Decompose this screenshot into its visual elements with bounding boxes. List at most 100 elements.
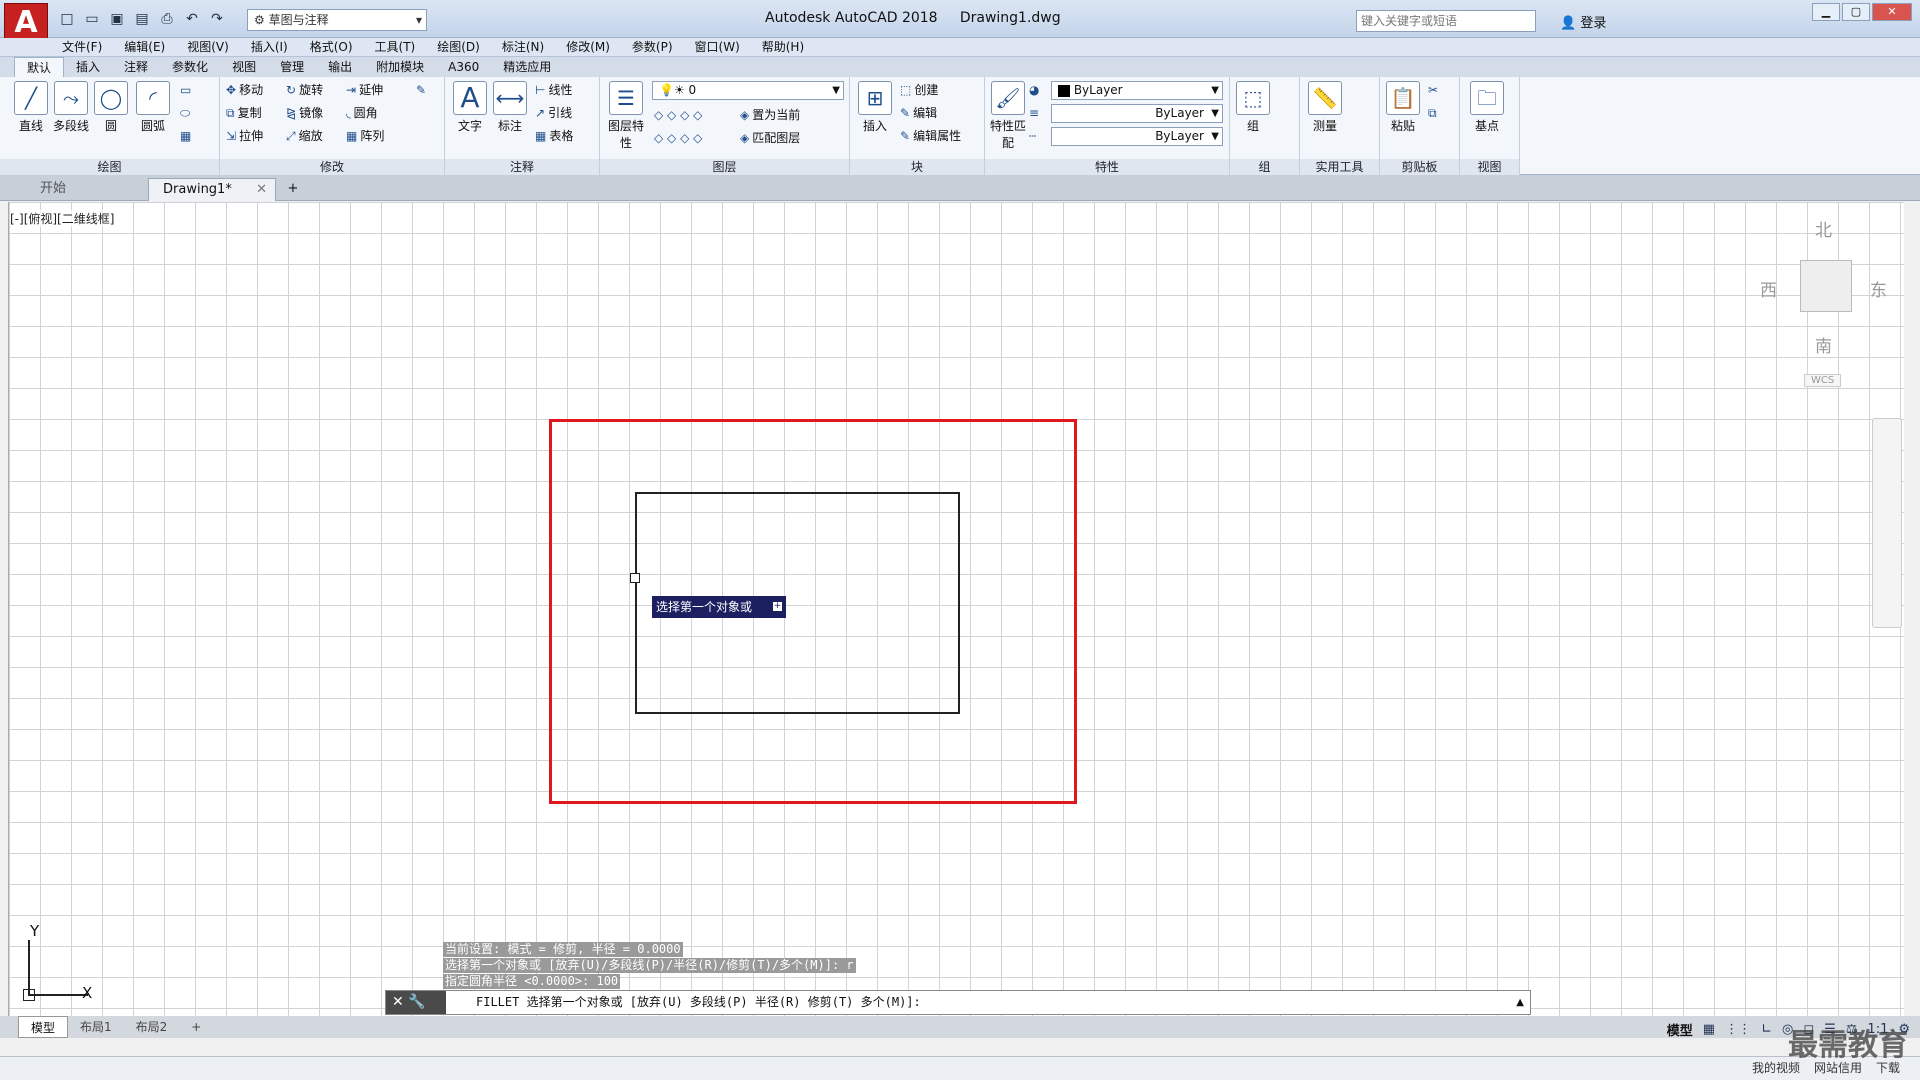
color-dropdown[interactable]: ByLayer ▼ [1051, 81, 1223, 100]
match-layer-button[interactable]: ◈ 匹配图层 [740, 127, 800, 149]
group-button[interactable]: ⬚ 组 [1234, 81, 1272, 134]
tab-start[interactable]: 开始 [26, 178, 146, 201]
table-button[interactable]: ▦ 表格 [535, 125, 573, 147]
tab-layout2[interactable]: 布局2 [124, 1016, 180, 1038]
panel-title-utilities[interactable]: 实用工具 [1300, 159, 1379, 175]
chevron-up-icon[interactable]: ▲ [1516, 991, 1524, 1014]
edit-attr-button[interactable]: ✎ 编辑属性 [900, 125, 961, 147]
viewcube-south[interactable]: 南 [1815, 332, 1832, 357]
menu-format[interactable]: 格式(O) [310, 38, 353, 56]
menu-insert[interactable]: 插入(I) [251, 38, 288, 56]
base-view-button[interactable]: 🗀 基点 [1468, 81, 1506, 134]
tab-manage[interactable]: 管理 [268, 57, 316, 77]
workspace-selector[interactable]: ⚙ 草图与注释 ▾ [247, 9, 427, 31]
search-input[interactable]: 键入关键字或短语 [1356, 10, 1536, 32]
mirror-button[interactable]: ⧎ 镜像 [286, 102, 323, 124]
panel-title-clipboard[interactable]: 剪贴板 [1380, 159, 1459, 175]
fillet-button[interactable]: ◟ 圆角 [346, 102, 378, 124]
rectangle-icon[interactable]: ▭ [180, 79, 194, 101]
layer-dropdown[interactable]: 💡☀ 0 ▼ [652, 81, 844, 100]
set-current-button[interactable]: ◈ 置为当前 [740, 104, 800, 126]
panel-title-annotation[interactable]: 注释 [445, 159, 599, 175]
rotate-button[interactable]: ↻ 旋转 [286, 79, 323, 101]
tab-insert[interactable]: 插入 [64, 57, 112, 77]
tab-model[interactable]: 模型 [18, 1016, 69, 1038]
close-icon[interactable]: ✕ [1872, 3, 1912, 21]
stretch-button[interactable]: ⇲ 拉伸 [226, 125, 263, 147]
layer-properties-button[interactable]: ☰ 图层特性 [604, 81, 648, 151]
new-icon[interactable]: □ [56, 8, 78, 30]
command-line[interactable]: ✕ 🔧 FILLET 选择第一个对象或 [放弃(U) 多段线(P) 半径(R) … [385, 990, 1531, 1015]
scale-button[interactable]: ⤢ 缩放 [286, 125, 323, 147]
create-block-button[interactable]: ⬚ 创建 [900, 79, 938, 101]
close-icon[interactable]: ✕ [392, 994, 404, 1010]
menu-view[interactable]: 视图(V) [187, 38, 229, 56]
paste-button[interactable]: 📋 粘贴 [1384, 81, 1422, 134]
panel-title-block[interactable]: 块 [850, 159, 984, 175]
menu-window[interactable]: 窗口(W) [695, 38, 740, 56]
erase-icon[interactable]: ✎ [416, 79, 429, 101]
wrench-icon[interactable]: 🔧 [408, 994, 425, 1010]
tab-addins[interactable]: 附加模块 [364, 57, 436, 77]
menu-tools[interactable]: 工具(T) [375, 38, 416, 56]
panel-title-modify[interactable]: 修改 [220, 159, 444, 175]
match-properties-button[interactable]: 🖌 特性匹配 [989, 81, 1027, 151]
minimize-icon[interactable]: ▁ [1812, 3, 1840, 21]
lineweight-icon[interactable]: ≡ [1029, 102, 1042, 124]
tab-output[interactable]: 输出 [316, 57, 364, 77]
ellipse-icon[interactable]: ⬭ [180, 102, 193, 124]
color-wheel-icon[interactable]: ◕ [1029, 79, 1042, 101]
linear-dim-button[interactable]: ⊢ 线性 [535, 79, 572, 101]
menu-modify[interactable]: 修改(M) [566, 38, 610, 56]
tab-parametric[interactable]: 参数化 [160, 57, 220, 77]
hatch-icon[interactable]: ▦ [180, 125, 194, 147]
open-icon[interactable]: ▭ [81, 8, 103, 30]
undo-icon[interactable]: ↶ [181, 8, 203, 30]
new-tab-button[interactable]: + [280, 178, 306, 201]
panel-title-groups[interactable]: 组 [1230, 159, 1299, 175]
copy-clip-icon[interactable]: ⧉ [1428, 102, 1440, 124]
panel-title-view[interactable]: 视图 [1460, 159, 1519, 175]
menu-file[interactable]: 文件(F) [62, 38, 102, 56]
tab-view[interactable]: 视图 [220, 57, 268, 77]
login-button[interactable]: 👤 登录 [1560, 12, 1606, 31]
dimension-button[interactable]: ⟷ 标注 [491, 81, 529, 134]
tab-featured-apps[interactable]: 精选应用 [491, 57, 563, 77]
save-as-icon[interactable]: ▤ [131, 8, 153, 30]
expand-icon[interactable]: + [773, 602, 782, 611]
redo-icon[interactable]: ↷ [206, 8, 228, 30]
layer-tools-row2[interactable]: ◇ ◇ ◇ ◇ [654, 127, 705, 149]
line-button[interactable]: ╱ 直线 [12, 81, 50, 134]
viewcube-east[interactable]: 东 [1870, 276, 1887, 301]
tab-layout1[interactable]: 布局1 [68, 1016, 124, 1038]
grid-icon[interactable]: ▦ [1703, 1022, 1715, 1037]
add-layout-button[interactable]: + [179, 1016, 213, 1038]
measure-button[interactable]: 📏 测量 [1306, 81, 1344, 134]
snap-icon[interactable]: ⋮⋮ [1725, 1022, 1751, 1037]
circle-button[interactable]: ◯ 圆 [92, 81, 130, 134]
edit-block-button[interactable]: ✎ 编辑 [900, 102, 937, 124]
linetype-icon[interactable]: ┄ [1029, 125, 1039, 147]
menu-dimension[interactable]: 标注(N) [502, 38, 544, 56]
app-logo[interactable]: A [4, 3, 48, 43]
viewcube-west[interactable]: 西 [1760, 276, 1777, 301]
arc-button[interactable]: ◜ 圆弧 [134, 81, 172, 134]
save-icon[interactable]: ▣ [106, 8, 128, 30]
layer-tools-row1[interactable]: ◇ ◇ ◇ ◇ [654, 104, 705, 126]
leader-button[interactable]: ↗ 引线 [535, 102, 572, 124]
menu-draw[interactable]: 绘图(D) [437, 38, 480, 56]
panel-title-layers[interactable]: 图层 [600, 159, 849, 175]
menu-edit[interactable]: 编辑(E) [124, 38, 165, 56]
menu-help[interactable]: 帮助(H) [762, 38, 804, 56]
tab-default[interactable]: 默认 [14, 57, 65, 77]
ortho-icon[interactable]: ∟ [1761, 1022, 1772, 1037]
navigation-bar[interactable] [1872, 418, 1902, 628]
maximize-icon[interactable]: ▢ [1842, 3, 1870, 21]
copy-button[interactable]: ⧉ 复制 [226, 102, 262, 124]
tab-annotate[interactable]: 注释 [112, 57, 160, 77]
panel-title-properties[interactable]: 特性 [985, 159, 1229, 175]
close-icon[interactable]: ✕ [256, 179, 267, 201]
viewcube-face[interactable] [1800, 260, 1852, 312]
model-space-button[interactable]: 模型 [1667, 1020, 1693, 1039]
menu-parametric[interactable]: 参数(P) [632, 38, 673, 56]
